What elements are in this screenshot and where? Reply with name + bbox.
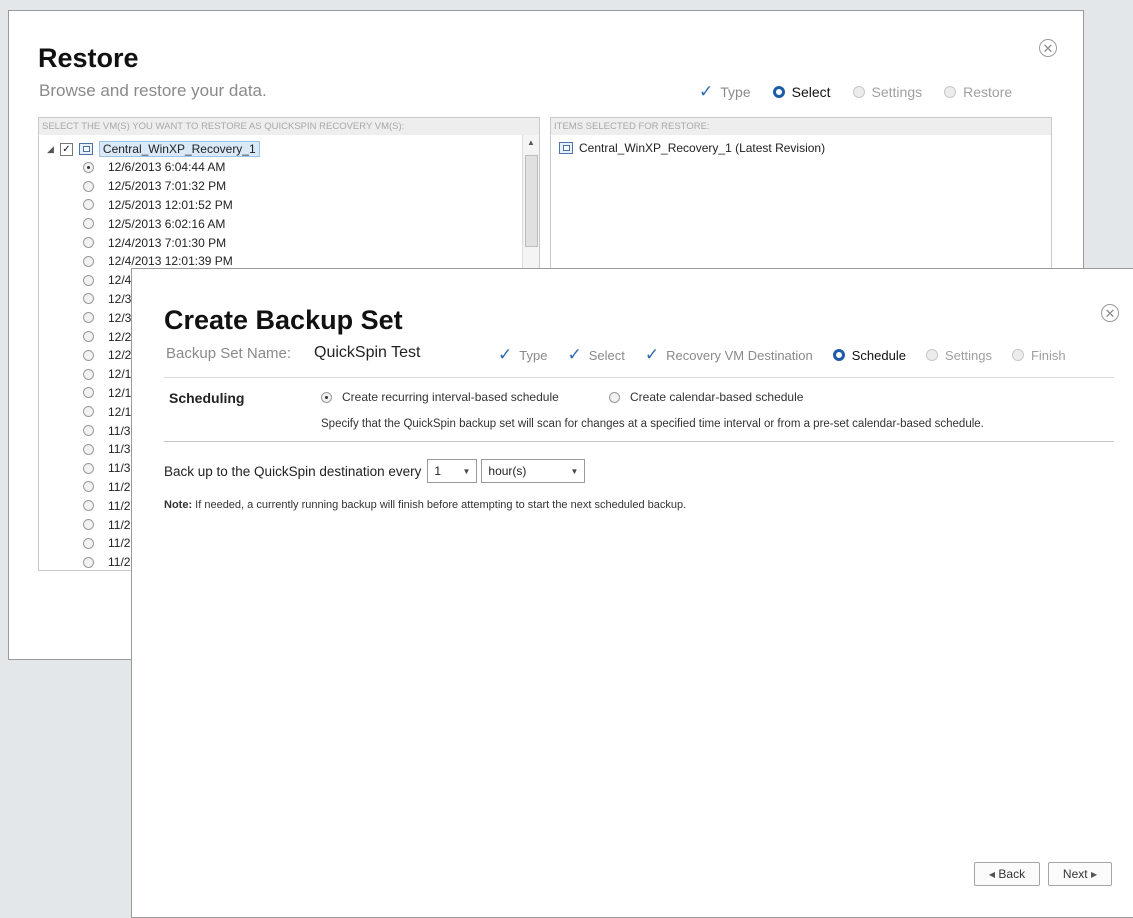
radio-icon[interactable] — [83, 537, 94, 549]
divider — [164, 377, 1114, 378]
radio-icon[interactable] — [83, 406, 94, 418]
radio-icon[interactable] — [83, 331, 94, 343]
backup-step-schedule: Schedule — [832, 348, 906, 363]
radio-icon[interactable] — [83, 443, 94, 455]
vm-checkbox[interactable]: ✓ — [59, 142, 73, 156]
restore-steps: ✓ Type Select Settings Restore — [699, 82, 1034, 102]
current-step-icon — [772, 86, 785, 98]
radio-icon[interactable] — [83, 462, 94, 474]
restore-step-restore: Restore — [944, 84, 1012, 100]
backup-set-name-label: Backup Set Name: — [166, 345, 292, 362]
divider — [164, 441, 1114, 442]
restore-title: Restore — [38, 43, 139, 73]
check-icon: ✓ — [699, 82, 714, 101]
interval-label: Back up to the QuickSpin destination eve… — [164, 463, 422, 479]
scroll-up-icon[interactable]: ▲ — [523, 135, 539, 151]
restore-step-select: Select — [772, 84, 831, 100]
schedule-note: Note: If needed, a currently running bac… — [164, 499, 686, 511]
revision-item[interactable]: 12/5/2013 7:01:32 PM — [83, 177, 233, 196]
backup-steps: ✓ Type ✓ Select ✓ Recovery VM Destinatio… — [498, 345, 1086, 365]
note-text: If needed, a currently running backup wi… — [195, 499, 687, 511]
collapse-triangle-icon[interactable]: ◢ — [47, 144, 54, 155]
vm-icon — [78, 143, 93, 155]
backup-step-select: ✓ Select — [567, 345, 625, 364]
arrow-right-icon: ▶ — [1090, 869, 1098, 879]
radio-icon[interactable] — [83, 500, 94, 512]
current-step-icon — [832, 349, 845, 361]
radio-icon[interactable] — [83, 237, 94, 249]
radio-icon[interactable] — [83, 255, 94, 267]
items-panel-header: ITEMS SELECTED FOR RESTORE: — [551, 118, 1051, 135]
radio-icon[interactable] — [609, 391, 620, 403]
step-label: Select — [791, 84, 831, 100]
backup-set-name: QuickSpin Test — [314, 344, 421, 361]
radio-icon[interactable] — [83, 293, 94, 305]
revision-item[interactable]: 12/5/2013 12:01:52 PM — [83, 196, 233, 215]
radio-icon[interactable] — [83, 218, 94, 230]
radio-icon[interactable] — [83, 199, 94, 211]
radio-icon[interactable] — [83, 274, 94, 286]
note-label: Note: — [164, 499, 193, 511]
vm-icon — [559, 142, 573, 154]
selected-item[interactable]: Central_WinXP_Recovery_1 (Latest Revisio… — [559, 141, 825, 155]
revision-item[interactable]: 12/6/2013 6:04:44 AM — [83, 158, 233, 177]
backup-step-type: ✓ Type — [498, 345, 548, 364]
scheduling-description: Specify that the QuickSpin backup set wi… — [321, 418, 984, 430]
restore-close-icon[interactable]: ✕ — [1039, 39, 1057, 57]
chevron-down-icon: ▼ — [462, 466, 471, 476]
interval-value-select[interactable]: 1 ▼ — [427, 459, 478, 483]
backup-title: Create Backup Set — [164, 305, 403, 335]
vm-name[interactable]: Central_WinXP_Recovery_1 — [98, 141, 260, 157]
radio-icon[interactable] — [83, 368, 94, 380]
backup-step-settings: Settings — [925, 348, 992, 363]
interval-unit-select[interactable]: hour(s) ▼ — [481, 459, 586, 483]
radio-selected-icon[interactable] — [83, 161, 94, 173]
radio-icon[interactable] — [83, 556, 94, 568]
radio-icon[interactable] — [83, 481, 94, 493]
back-button[interactable]: ◀ Back — [974, 862, 1040, 886]
pending-step-icon — [944, 86, 957, 98]
backup-step-recovery-vm-destination: ✓ Recovery VM Destination — [644, 345, 813, 364]
pending-step-icon — [852, 86, 865, 98]
restore-step-settings: Settings — [852, 84, 923, 100]
revision-item[interactable]: 12/5/2013 6:02:16 AM — [83, 214, 233, 233]
radio-selected-icon[interactable] — [321, 391, 332, 403]
arrow-left-icon: ◀ — [988, 869, 996, 879]
next-button[interactable]: Next ▶ — [1048, 862, 1112, 886]
restore-step-type: ✓ Type — [699, 82, 751, 102]
vm-tree-node[interactable]: ◢ ✓ Central_WinXP_Recovery_1 — [47, 141, 260, 157]
restore-subtitle: Browse and restore your data. — [39, 81, 267, 100]
create-backup-set-window: Create Backup Set ✕ Backup Set Name: Qui… — [131, 268, 1133, 918]
check-icon: ✓ — [498, 345, 513, 364]
radio-icon[interactable] — [83, 349, 94, 361]
revision-item[interactable]: 12/4/2013 7:01:30 PM — [83, 233, 233, 252]
step-label: Settings — [871, 84, 923, 100]
radio-icon[interactable] — [83, 519, 94, 531]
backup-step-finish: Finish — [1011, 348, 1066, 363]
check-icon: ✓ — [644, 345, 660, 364]
vm-panel-header: SELECT THE VM(S) YOU WANT TO RESTORE AS … — [39, 118, 539, 135]
scrollbar-thumb[interactable] — [525, 155, 538, 247]
radio-icon[interactable] — [83, 387, 94, 399]
scheduling-label: Scheduling — [169, 390, 245, 406]
option-interval-schedule[interactable]: Create recurring interval-based schedule — [321, 390, 559, 404]
radio-icon[interactable] — [83, 425, 94, 437]
step-label: Restore — [963, 84, 1013, 100]
radio-icon[interactable] — [83, 312, 94, 324]
check-icon: ✓ — [567, 345, 582, 364]
interval-row: Back up to the QuickSpin destination eve… — [164, 459, 586, 483]
backup-close-icon[interactable]: ✕ — [1101, 304, 1119, 322]
option-calendar-schedule[interactable]: Create calendar-based schedule — [609, 390, 803, 404]
radio-icon[interactable] — [83, 180, 94, 192]
chevron-down-icon: ▼ — [570, 466, 579, 476]
step-label: Type — [720, 84, 751, 100]
pending-step-icon — [1011, 349, 1024, 361]
pending-step-icon — [925, 349, 938, 361]
selected-item-label: Central_WinXP_Recovery_1 (Latest Revisio… — [579, 141, 826, 155]
